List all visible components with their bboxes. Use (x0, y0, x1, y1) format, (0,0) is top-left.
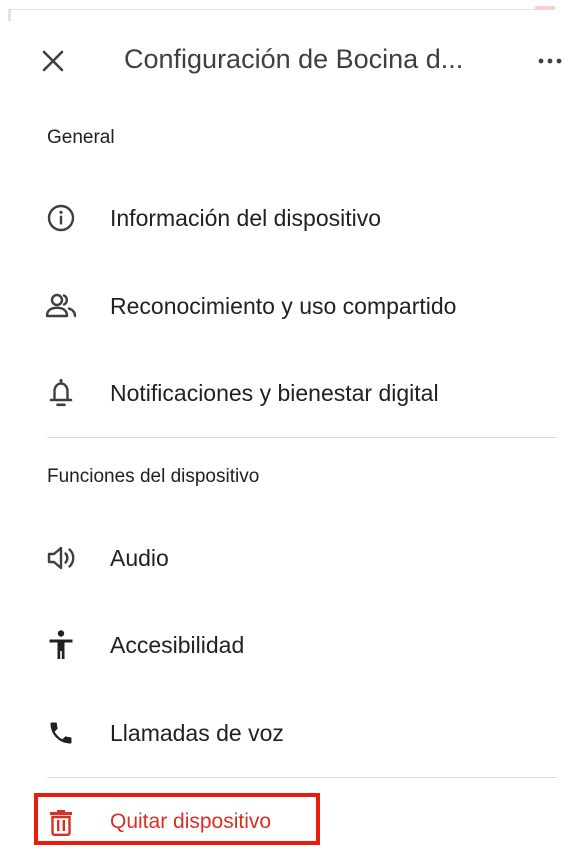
settings-item-label: Audio (110, 545, 169, 571)
settings-item-label: Información del dispositivo (110, 205, 382, 231)
remove-device-button[interactable]: Quitar dispositivo (0, 792, 584, 854)
close-icon (42, 50, 64, 72)
top-divider-corner (8, 9, 11, 21)
people-icon (44, 289, 78, 323)
trash-icon (44, 805, 78, 839)
info-icon (44, 201, 78, 235)
more-options-button[interactable] (536, 52, 566, 70)
settings-item-audio[interactable]: Audio (0, 528, 584, 590)
top-accent (535, 6, 555, 10)
page-title: Configuración de Bocina d... (124, 44, 464, 74)
close-button[interactable] (36, 44, 70, 78)
top-divider (8, 9, 556, 10)
settings-item-label: Accesibilidad (110, 632, 245, 658)
app-header: Configuración de Bocina d... (0, 28, 584, 92)
settings-item-label: Llamadas de voz (110, 720, 284, 746)
settings-item-notifications[interactable]: Notificaciones y bienestar digital (0, 363, 584, 425)
section-title-device-features: Funciones del dispositivo (47, 466, 260, 487)
settings-item-accessibility[interactable]: Accesibilidad (0, 615, 584, 677)
settings-item-device-info[interactable]: Información del dispositivo (0, 188, 584, 250)
settings-item-label: Notificaciones y bienestar digital (110, 380, 439, 406)
phone-icon (44, 716, 78, 750)
section-divider (47, 437, 557, 438)
section-title-general: General (47, 127, 115, 148)
settings-item-label: Reconocimiento y uso compartido (110, 293, 457, 319)
remove-device-label: Quitar dispositivo (110, 810, 272, 833)
section-divider (47, 777, 557, 778)
accessibility-icon (44, 628, 78, 662)
settings-item-recognition[interactable]: Reconocimiento y uso compartido (0, 276, 584, 338)
settings-item-voice-calls[interactable]: Llamadas de voz (0, 703, 584, 765)
more-horizontal-icon (538, 58, 562, 64)
speaker-icon (44, 541, 78, 575)
bell-icon (44, 376, 78, 410)
